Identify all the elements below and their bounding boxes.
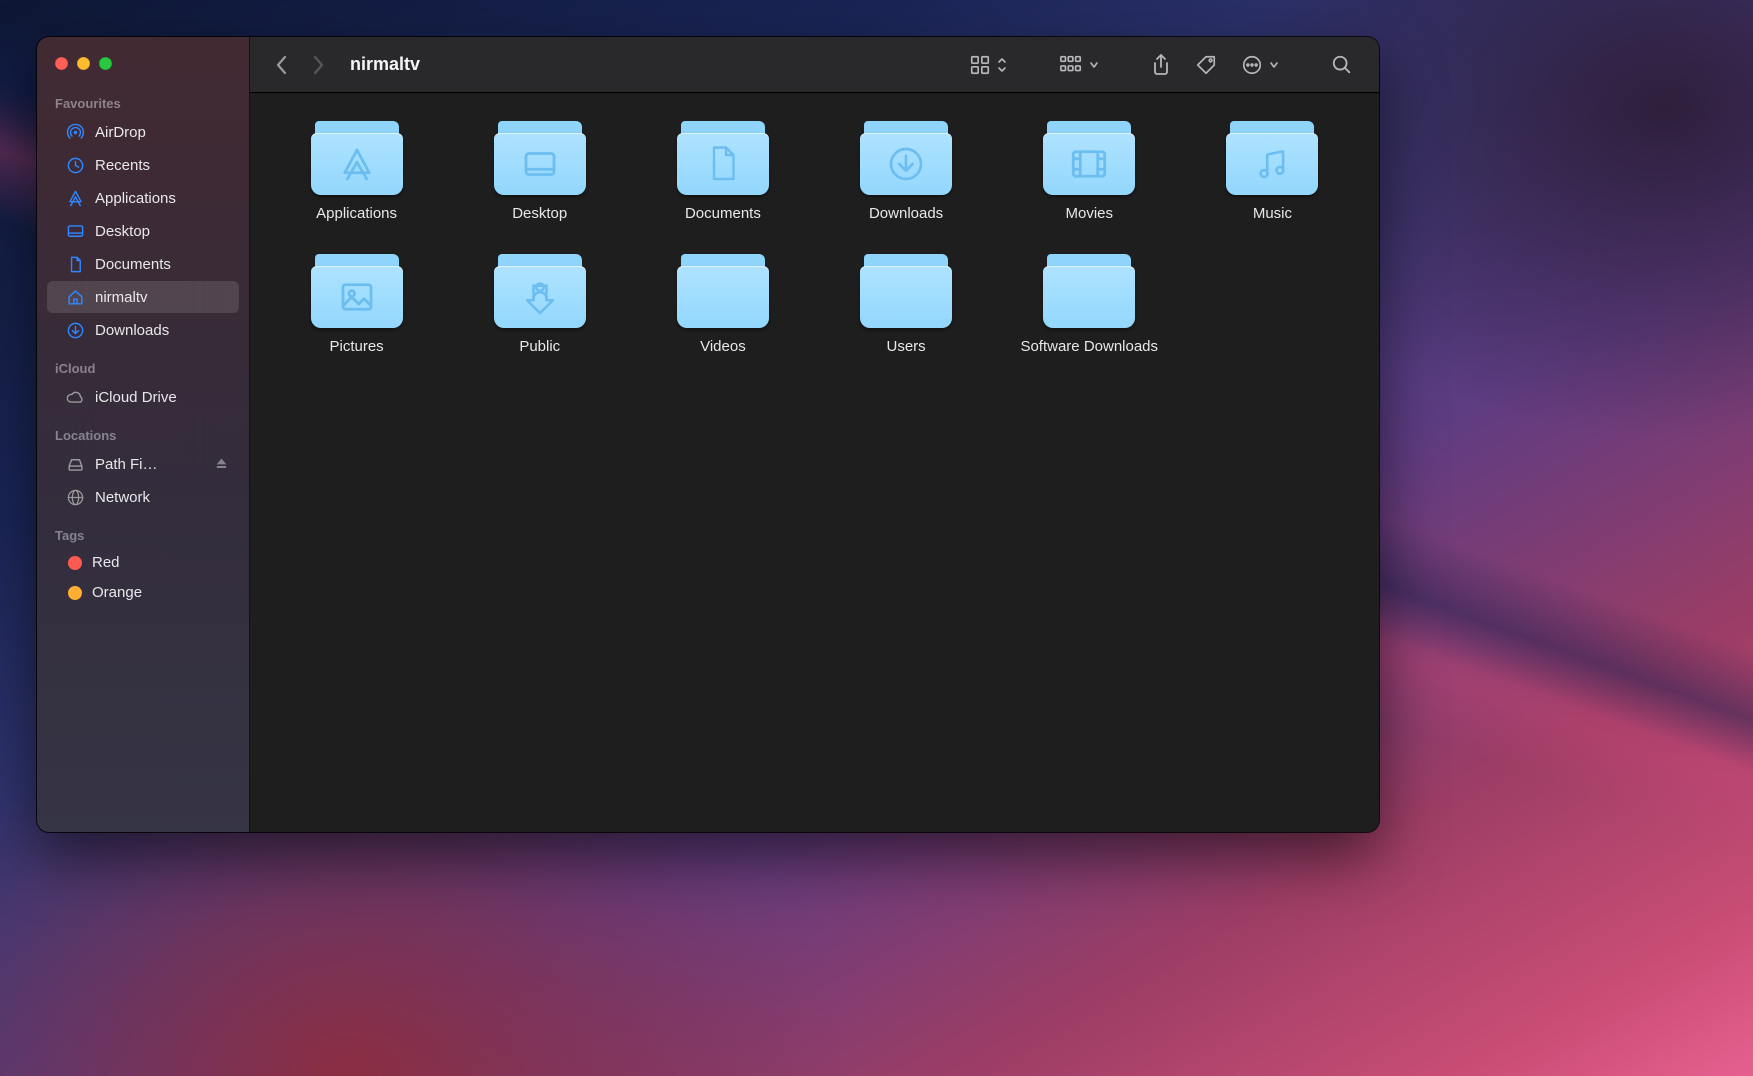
close-window-button[interactable] xyxy=(55,57,68,70)
folder-icon xyxy=(311,121,403,195)
sidebar-item-network[interactable]: Network xyxy=(47,481,239,513)
folder-software-downloads[interactable]: Software Downloads xyxy=(1003,254,1176,357)
doc-icon xyxy=(65,254,85,274)
download-icon xyxy=(65,320,85,340)
sidebar-section-label: iCloud xyxy=(37,347,249,380)
folder-icon xyxy=(1043,254,1135,328)
folder-pictures[interactable]: Pictures xyxy=(270,254,443,357)
window-controls xyxy=(37,49,249,82)
sidebar-item-desktop[interactable]: Desktop xyxy=(47,215,239,247)
sidebar-item-label: Orange xyxy=(92,584,231,601)
sidebar-item-downloads[interactable]: Downloads xyxy=(47,314,239,346)
folder-icon xyxy=(860,254,952,328)
window-title: nirmaltv xyxy=(350,54,420,75)
folder-icon xyxy=(1043,121,1135,195)
home-icon xyxy=(65,287,85,307)
folder-downloads[interactable]: Downloads xyxy=(820,121,993,224)
clock-icon xyxy=(65,155,85,175)
share-button[interactable] xyxy=(1143,50,1179,80)
forward-button[interactable] xyxy=(304,51,332,79)
folder-label: Public xyxy=(519,338,560,357)
sidebar-item-icloud-drive[interactable]: iCloud Drive xyxy=(47,381,239,413)
eject-icon[interactable] xyxy=(215,457,229,471)
sidebar-item-label: nirmaltv xyxy=(95,289,231,306)
folder-icon xyxy=(311,254,403,328)
toolbar: nirmaltv xyxy=(250,37,1379,93)
folder-icon xyxy=(1226,121,1318,195)
sidebar-item-label: Red xyxy=(92,554,231,571)
main-area: nirmaltv xyxy=(249,37,1379,832)
desktop-icon xyxy=(65,221,85,241)
sidebar-section-label: Locations xyxy=(37,414,249,447)
sidebar-item-label: Documents xyxy=(95,256,231,273)
sidebar-item-orange[interactable]: Orange xyxy=(47,578,239,607)
sidebar-item-label: Applications xyxy=(95,190,231,207)
folder-icon xyxy=(860,121,952,195)
sidebar-item-airdrop[interactable]: AirDrop xyxy=(47,116,239,148)
network-icon xyxy=(65,487,85,507)
sidebar-item-path-fi[interactable]: Path Fi… xyxy=(47,448,239,480)
sidebar-section-label: Tags xyxy=(37,514,249,547)
folder-movies[interactable]: Movies xyxy=(1003,121,1176,224)
folder-label: Pictures xyxy=(329,338,383,357)
search-button[interactable] xyxy=(1323,50,1361,80)
sidebar-item-label: Recents xyxy=(95,157,231,174)
group-by-button[interactable] xyxy=(1051,50,1107,80)
sidebar-section-label: Favourites xyxy=(37,82,249,115)
sidebar-item-documents[interactable]: Documents xyxy=(47,248,239,280)
folder-music[interactable]: Music xyxy=(1186,121,1359,224)
folder-icon xyxy=(677,121,769,195)
folder-public[interactable]: Public xyxy=(453,254,626,357)
apps-icon xyxy=(65,188,85,208)
back-button[interactable] xyxy=(268,51,296,79)
fullscreen-window-button[interactable] xyxy=(99,57,112,70)
folder-icon xyxy=(494,254,586,328)
finder-window: Favourites AirDrop Recents Applications Desk… xyxy=(37,37,1379,832)
sidebar-item-applications[interactable]: Applications xyxy=(47,182,239,214)
sidebar-item-label: Downloads xyxy=(95,322,231,339)
sidebar-item-label: Path Fi… xyxy=(95,456,205,473)
tag-dot-icon xyxy=(68,556,82,570)
file-grid-area[interactable]: Applications Desktop DocumentsDownloadsMov… xyxy=(250,93,1379,832)
folder-users[interactable]: Users xyxy=(820,254,993,357)
sidebar-item-nirmaltv[interactable]: nirmaltv xyxy=(47,281,239,313)
folder-desktop[interactable]: Desktop xyxy=(453,121,626,224)
folder-documents[interactable]: Documents xyxy=(636,121,809,224)
sidebar-item-label: iCloud Drive xyxy=(95,389,231,406)
folder-applications[interactable]: Applications xyxy=(270,121,443,224)
sidebar-item-recents[interactable]: Recents xyxy=(47,149,239,181)
view-mode-button[interactable] xyxy=(961,50,1015,80)
folder-icon xyxy=(494,121,586,195)
sidebar: Favourites AirDrop Recents Applications Desk… xyxy=(37,37,249,832)
sidebar-item-label: Network xyxy=(95,489,231,506)
folder-label: Applications xyxy=(316,205,397,224)
cloud-icon xyxy=(65,387,85,407)
sidebar-item-red[interactable]: Red xyxy=(47,548,239,577)
edit-tags-button[interactable] xyxy=(1187,50,1225,80)
folder-label: Music xyxy=(1253,205,1292,224)
sidebar-item-label: AirDrop xyxy=(95,124,231,141)
more-actions-button[interactable] xyxy=(1233,50,1287,80)
disk-icon xyxy=(65,454,85,474)
folder-label: Desktop xyxy=(512,205,567,224)
sidebar-item-label: Desktop xyxy=(95,223,231,240)
tag-dot-icon xyxy=(68,586,82,600)
folder-videos[interactable]: Videos xyxy=(636,254,809,357)
folder-icon xyxy=(677,254,769,328)
minimize-window-button[interactable] xyxy=(77,57,90,70)
airdrop-icon xyxy=(65,122,85,142)
